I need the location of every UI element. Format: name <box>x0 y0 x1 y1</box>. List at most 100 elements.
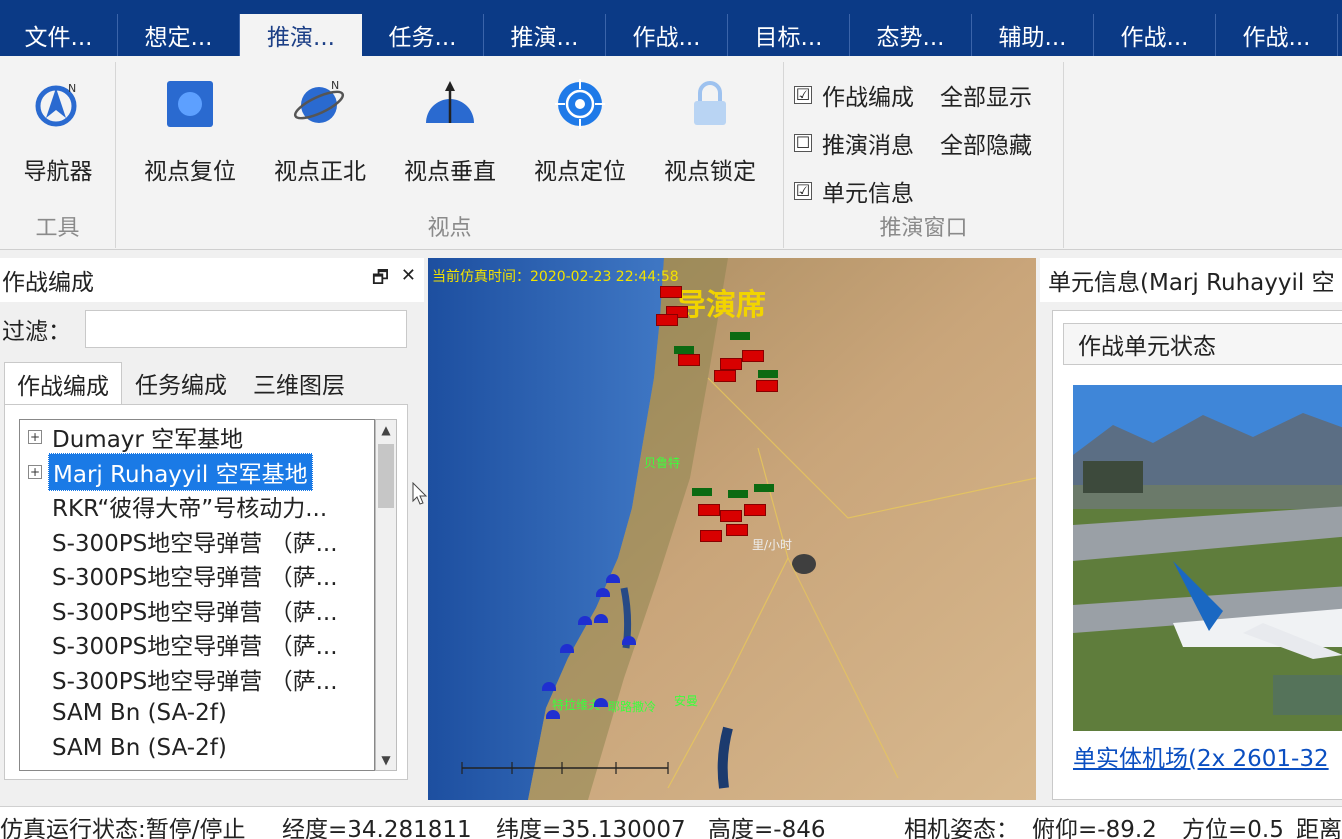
tree-container: + Dumayr 空军基地 + Marj Ruhayyil 空军基地 RKR“彼得大帝”… <box>4 404 408 780</box>
navigator-button[interactable]: N 导航器 <box>0 76 118 186</box>
ribbon-group-view: 视点复位 N 视点正北 视点垂直 视点定位 视点锁定 视点 <box>116 62 784 248</box>
mouse-cursor-icon <box>412 482 428 505</box>
view-reset-button[interactable]: 视点复位 <box>130 76 250 186</box>
check-unit-info[interactable]: ☑ 单元信息 <box>794 174 914 208</box>
menu-tab-simulation-2[interactable]: 推演... <box>484 14 606 56</box>
airfield-photo <box>1073 385 1342 731</box>
filter-input[interactable] <box>85 310 407 348</box>
tree-node[interactable]: + Dumayr 空军基地 <box>20 420 374 455</box>
hostile-unit-marker[interactable] <box>678 354 700 366</box>
expand-icon[interactable]: + <box>28 464 42 479</box>
hostile-unit-marker[interactable] <box>660 286 682 298</box>
check-sim-messages-label: 推演消息 <box>822 133 914 159</box>
tree-node[interactable]: S-300PS地空导弹营 （萨... <box>20 558 374 593</box>
unit-info-panel: 单元信息(Marj Ruhayyil 空 作战单元状态 单实体机场(2x 260… <box>1040 258 1342 800</box>
tree-node[interactable]: SAM Bn (SA-2f) <box>20 731 374 766</box>
scroll-down-icon[interactable]: ▼ <box>376 750 396 770</box>
globe-north-icon: N <box>292 76 348 132</box>
friendly-unit-marker[interactable] <box>596 588 610 597</box>
check-combat-order[interactable]: ☑ 作战编成 <box>794 78 914 112</box>
menu-tab-operations[interactable]: 作战... <box>606 14 728 56</box>
friendly-unit-marker[interactable] <box>606 574 620 583</box>
check-combat-order-label: 作战编成 <box>822 85 914 111</box>
tree-node-label: SAM Bn (SA-2f) <box>48 768 231 770</box>
view-locate-button[interactable]: 视点定位 <box>520 76 640 186</box>
check-unit-info-label: 单元信息 <box>822 181 914 207</box>
menu-tab-operations-3[interactable]: 作战... <box>1216 14 1338 56</box>
friendly-label-marker <box>692 488 712 496</box>
tree-node[interactable]: + Marj Ruhayyil 空军基地 <box>20 452 374 491</box>
menu-tab-operations-2[interactable]: 作战... <box>1094 14 1216 56</box>
hostile-unit-marker[interactable] <box>698 504 720 516</box>
hostile-unit-marker[interactable] <box>656 314 678 326</box>
latitude-readout: 纬度=35.130007 <box>496 817 686 839</box>
director-watermark: 导演席 <box>676 288 766 323</box>
hostile-unit-marker[interactable] <box>742 350 764 362</box>
azimuth-readout: 方位=0.5 <box>1182 817 1284 839</box>
hostile-unit-marker[interactable] <box>756 380 778 392</box>
view-group-label: 视点 <box>427 216 472 241</box>
tree-node-label: S-300PS地空导弹营 （萨... <box>52 634 338 661</box>
hostile-unit-marker[interactable] <box>714 370 736 382</box>
filter-label: 过滤： <box>2 319 71 345</box>
tree-node[interactable]: S-300PS地空导弹营 （萨... <box>20 627 374 662</box>
menu-tab-assist[interactable]: 辅助... <box>972 14 1094 56</box>
show-all-button[interactable]: 全部显示 <box>940 78 1032 112</box>
filter-row: 过滤： <box>2 310 407 348</box>
tab-3d-layers[interactable]: 三维图层 <box>240 362 358 404</box>
view-lock-button[interactable]: 视点锁定 <box>650 76 770 186</box>
checkbox-icon: ☐ <box>794 133 812 152</box>
hostile-unit-marker[interactable] <box>720 358 742 370</box>
menu-tab-scenario[interactable]: 想定... <box>118 14 240 56</box>
tree-node[interactable]: S-300PS地空导弹营 （萨... <box>20 593 374 628</box>
distance-readout: 距离 <box>1296 817 1342 839</box>
tree-node[interactable]: SAM Bn (SA-2f) <box>20 765 374 770</box>
close-icon[interactable]: ✕ <box>401 265 416 295</box>
friendly-unit-marker[interactable] <box>578 616 592 625</box>
hostile-unit-marker[interactable] <box>744 504 766 516</box>
tools-group-label: 工具 <box>35 216 80 241</box>
view-locate-label: 视点定位 <box>534 159 626 185</box>
speed-label: 里/小时 <box>752 538 793 552</box>
expand-icon[interactable]: + <box>28 430 42 445</box>
tree-node[interactable]: S-300PS地空导弹营 （萨... <box>20 524 374 559</box>
friendly-unit-marker[interactable] <box>560 644 574 653</box>
hide-all-button[interactable]: 全部隐藏 <box>940 126 1032 160</box>
friendly-unit-marker[interactable] <box>546 710 560 719</box>
check-sim-messages[interactable]: ☐ 推演消息 <box>794 126 914 160</box>
friendly-unit-marker[interactable] <box>594 614 608 623</box>
window-title-bar <box>0 0 1342 14</box>
hostile-unit-marker[interactable] <box>720 510 742 522</box>
unit-detail-link[interactable]: 单实体机场(2x 2601-32 <box>1073 739 1329 773</box>
view-reset-icon <box>162 76 218 132</box>
menu-tab-target[interactable]: 目标... <box>728 14 850 56</box>
place-label: 特拉维夫 <box>552 698 601 712</box>
menu-tab-file[interactable]: 文件... <box>0 14 118 56</box>
hostile-unit-marker[interactable] <box>726 524 748 536</box>
view-vertical-label: 视点垂直 <box>404 159 496 185</box>
view-north-button[interactable]: N 视点正北 <box>260 76 380 186</box>
scroll-up-icon[interactable]: ▲ <box>376 420 396 440</box>
tab-combat-order[interactable]: 作战编成 <box>4 362 122 404</box>
tree-scrollbar[interactable]: ▲ ▼ <box>375 419 397 771</box>
friendly-unit-marker[interactable] <box>594 698 608 707</box>
tree-node[interactable]: RKR“彼得大帝”号核动力... <box>20 489 374 524</box>
friendly-unit-marker[interactable] <box>542 682 556 691</box>
map-view[interactable]: 当前仿真时间：2020-02-23 22:44:58 导演席 贝鲁特 安曼 特拉… <box>428 258 1036 800</box>
friendly-label-marker <box>758 370 778 378</box>
menu-tab-mission[interactable]: 任务... <box>362 14 484 56</box>
friendly-unit-marker[interactable] <box>622 636 636 645</box>
scroll-thumb[interactable] <box>378 444 394 508</box>
friendly-label-marker <box>728 490 748 498</box>
view-vertical-button[interactable]: 视点垂直 <box>390 76 510 186</box>
hostile-unit-marker[interactable] <box>700 530 722 542</box>
menu-tab-simulation[interactable]: 推演... <box>240 14 362 56</box>
menu-tab-situation[interactable]: 态势... <box>850 14 972 56</box>
float-window-icon[interactable]: 🗗 <box>372 265 389 295</box>
ribbon-group-windows: ☑ 作战编成 全部显示 ☐ 推演消息 全部隐藏 ☑ 单元信息 推演窗口 <box>784 62 1064 248</box>
tree-node[interactable]: S-300PS地空导弹营 （萨... <box>20 662 374 697</box>
tab-mission-order[interactable]: 任务编成 <box>122 362 240 404</box>
view-north-label: 视点正北 <box>274 159 366 185</box>
unit-status-title[interactable]: 作战单元状态 <box>1063 323 1342 365</box>
tree-node[interactable]: SAM Bn (SA-2f) <box>20 696 374 731</box>
